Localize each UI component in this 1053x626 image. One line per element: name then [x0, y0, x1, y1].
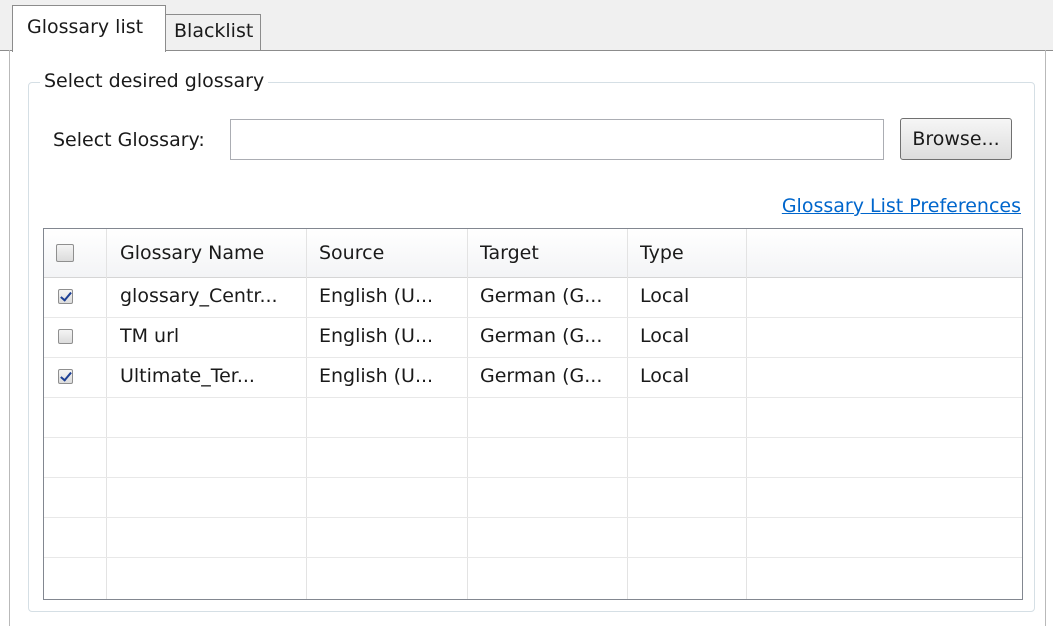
cell-glossary-name: Ultimate_Ter... [120, 365, 255, 387]
column-header-glossary-name[interactable]: Glossary Name [120, 242, 264, 264]
tab-label: Blacklist [174, 20, 254, 42]
cell-target: German (G... [480, 325, 603, 347]
cell-type: Local [640, 285, 690, 307]
cell-target: German (G... [480, 365, 603, 387]
cell-glossary-name: glossary_Centr... [120, 285, 278, 307]
row-divider [44, 477, 1022, 478]
column-header-type[interactable]: Type [640, 242, 684, 264]
group-legend: Select desired glossary [40, 70, 269, 92]
tab-label: Glossary list [27, 16, 144, 38]
table-row[interactable]: Ultimate_Ter... English (U... German (G.… [44, 357, 1022, 397]
cell-source: English (U... [319, 285, 434, 307]
select-glossary-input[interactable] [230, 119, 884, 160]
table-header: Glossary Name Source Target Type [44, 229, 1022, 278]
row-divider [44, 397, 1022, 398]
row-checkbox[interactable] [58, 369, 73, 384]
column-header-target[interactable]: Target [480, 242, 539, 264]
row-divider [44, 437, 1022, 438]
row-checkbox[interactable] [58, 329, 73, 344]
cell-glossary-name: TM url [120, 325, 180, 347]
cell-source: English (U... [319, 325, 434, 347]
cell-source: English (U... [319, 365, 434, 387]
panel-border-right [1045, 50, 1046, 626]
column-header-source[interactable]: Source [319, 242, 384, 264]
glossary-list-preferences-link[interactable]: Glossary List Preferences [782, 195, 1021, 217]
select-glossary-label: Select Glossary: [53, 129, 205, 151]
cell-type: Local [640, 325, 690, 347]
cell-type: Local [640, 365, 690, 387]
table-row[interactable]: glossary_Centr... English (U... German (… [44, 277, 1022, 317]
select-all-checkbox[interactable] [56, 244, 74, 262]
row-divider [44, 517, 1022, 518]
table-row[interactable]: TM url English (U... German (G... Local [44, 317, 1022, 357]
cell-target: German (G... [480, 285, 603, 307]
tab-glossary-list[interactable]: Glossary list [12, 5, 166, 52]
row-checkbox[interactable] [58, 289, 73, 304]
glossary-table: Glossary Name Source Target Type glossar… [43, 228, 1023, 600]
browse-button[interactable]: Browse... [900, 118, 1012, 160]
row-divider [44, 557, 1022, 558]
panel-border-left [9, 50, 10, 626]
tab-blacklist[interactable]: Blacklist [165, 14, 261, 50]
